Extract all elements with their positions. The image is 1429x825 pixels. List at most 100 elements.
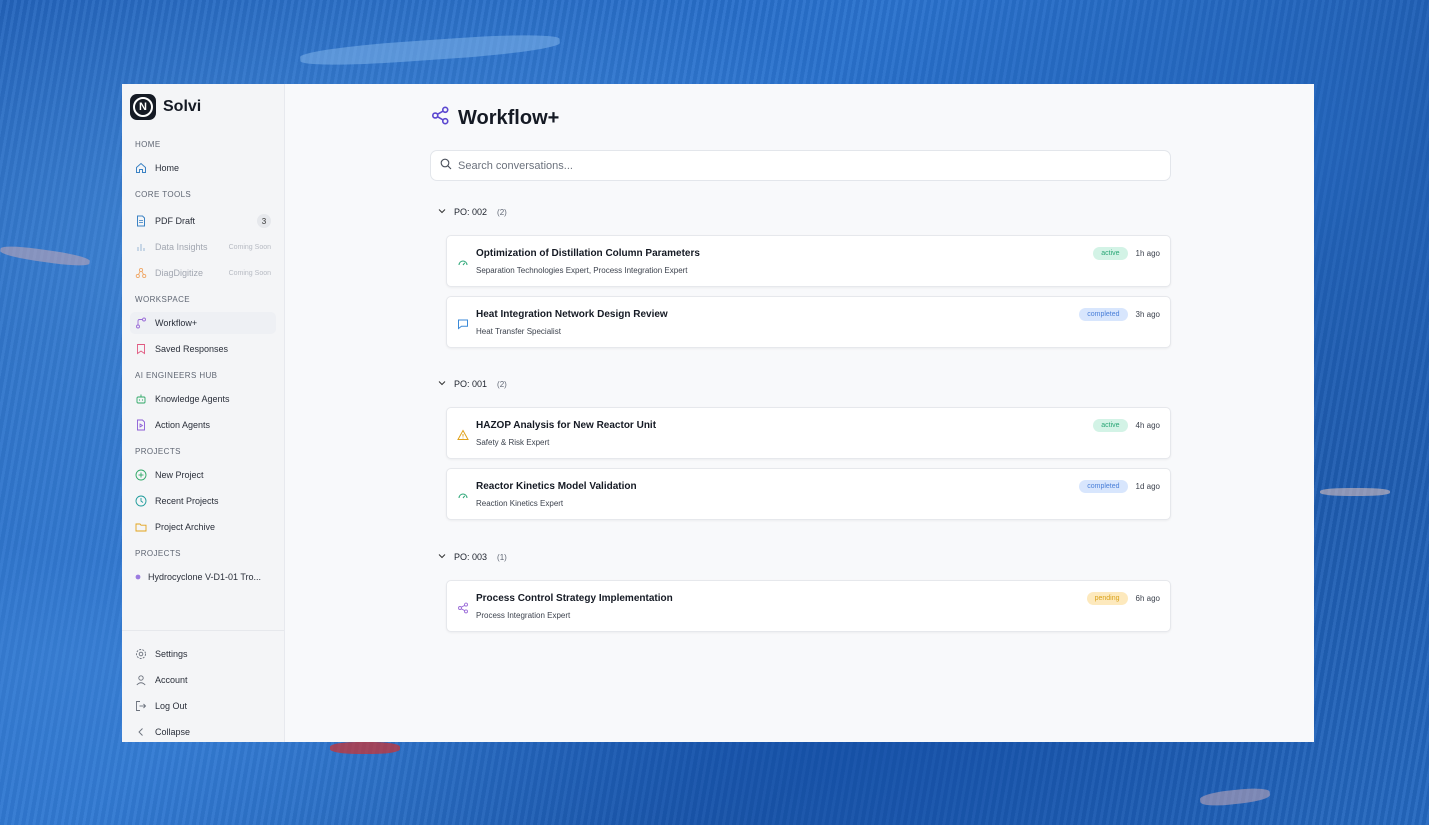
conversation-title: Optimization of Distillation Column Para… <box>476 248 700 259</box>
conversation-meta: completed 3h ago <box>1079 308 1160 321</box>
main-content: Workflow+ PO: 002 (2) Optimization of Di… <box>285 84 1314 742</box>
conversation-meta: pending 6h ago <box>1086 592 1160 605</box>
sidebar-item-settings[interactable]: Settings <box>130 643 276 665</box>
conversation-title: Process Control Strategy Implementation <box>476 593 673 604</box>
timestamp: 4h ago <box>1135 421 1160 430</box>
coming-soon-label: Coming Soon <box>228 243 271 251</box>
sidebar-item-label: DiagDigitize <box>155 268 204 278</box>
sidebar-item-label: Action Agents <box>155 420 211 430</box>
bar-chart-icon <box>135 241 147 253</box>
sidebar-item-label: Collapse <box>155 727 191 737</box>
conversation-experts: Heat Transfer Specialist <box>476 327 561 336</box>
sidebar-item-diagdigitize: DiagDigitize Coming Soon <box>130 262 276 284</box>
brand[interactable]: N Solvi <box>122 84 284 130</box>
action-document-icon <box>135 419 147 431</box>
background-paint-streak <box>330 742 400 754</box>
brand-name: Solvi <box>163 98 202 115</box>
conversation-meta: completed 1d ago <box>1079 480 1160 493</box>
conversation-experts: Reaction Kinetics Expert <box>476 499 564 508</box>
count-badge: 3 <box>257 214 271 228</box>
project-dot-icon <box>135 571 141 583</box>
page-header: Workflow+ <box>431 106 559 130</box>
conversation-card[interactable]: HAZOP Analysis for New Reactor Unit Safe… <box>446 407 1171 459</box>
group-name: PO: 003 <box>454 552 488 562</box>
search-input[interactable] <box>458 159 1148 172</box>
conversation-title: Reactor Kinetics Model Validation <box>476 481 637 492</box>
sidebar-item-home[interactable]: Home <box>130 157 276 179</box>
conversation-experts: Separation Technologies Expert, Process … <box>476 266 688 275</box>
workflow-icon <box>135 317 147 329</box>
brand-logo: N <box>130 94 156 120</box>
sidebar-item-knowledge-agents[interactable]: Knowledge Agents <box>130 388 276 410</box>
folder-icon <box>135 521 147 533</box>
gauge-icon <box>457 256 469 268</box>
document-icon <box>135 215 147 227</box>
sidebar-item-data-insights: Data Insights Coming Soon <box>130 236 276 258</box>
robot-icon <box>135 393 147 405</box>
chevron-left-icon <box>135 726 147 738</box>
sidebar-item-action-agents[interactable]: Action Agents <box>130 414 276 436</box>
gear-icon <box>135 648 147 660</box>
section-label-core-tools: CORE TOOLS <box>135 190 192 199</box>
bookmark-icon <box>135 343 147 355</box>
sidebar-footer: Settings Account Log Out Collapse <box>122 630 284 742</box>
background-paint-streak <box>299 30 561 70</box>
sidebar-item-logout[interactable]: Log Out <box>130 695 276 717</box>
sidebar-item-project-archive[interactable]: Project Archive <box>130 516 276 538</box>
plus-circle-icon <box>135 469 147 481</box>
group-count: (1) <box>497 552 507 562</box>
logout-icon <box>135 700 147 712</box>
conversation-title: HAZOP Analysis for New Reactor Unit <box>476 420 657 431</box>
sidebar-item-pdf-draft[interactable]: PDF Draft 3 <box>130 210 276 232</box>
sidebar-item-new-project[interactable]: New Project <box>130 464 276 486</box>
section-label-workspace: WORKSPACE <box>135 295 191 304</box>
coming-soon-label: Coming Soon <box>228 269 271 277</box>
share-nodes-icon <box>457 601 469 614</box>
background-paint-streak <box>1199 786 1271 808</box>
sidebar-item-label: Saved Responses <box>155 344 229 354</box>
sidebar-item-label: Settings <box>155 649 188 659</box>
warning-icon <box>457 428 469 440</box>
sidebar-item-label: New Project <box>155 470 204 480</box>
sidebar-item-label: Project Archive <box>155 522 216 532</box>
group-count: (2) <box>497 379 507 389</box>
sidebar-item-saved-responses[interactable]: Saved Responses <box>130 338 276 360</box>
chat-bubble-icon <box>457 317 469 330</box>
status-badge: completed <box>1079 480 1128 493</box>
conversation-card[interactable]: Reactor Kinetics Model Validation Reacti… <box>446 468 1171 520</box>
timestamp: 1h ago <box>1135 249 1160 258</box>
group-header-po-001[interactable]: PO: 001 (2) <box>438 377 507 391</box>
user-icon <box>135 674 147 686</box>
page-title: Workflow+ <box>458 106 560 129</box>
background-paint-streak <box>1320 488 1390 496</box>
chevron-down-icon <box>438 552 446 562</box>
sidebar-item-label: Account <box>155 675 188 685</box>
sidebar-project-item[interactable]: Hydrocyclone V-D1-01 Tro... <box>130 566 276 588</box>
sidebar-item-account[interactable]: Account <box>130 669 276 691</box>
status-badge: completed <box>1079 308 1128 321</box>
sidebar-item-label: Home <box>155 163 180 173</box>
conversation-experts: Safety & Risk Expert <box>476 438 550 447</box>
sidebar-item-workflow[interactable]: Workflow+ <box>130 312 276 334</box>
diagram-icon <box>135 267 147 279</box>
status-badge: pending <box>1086 592 1128 605</box>
status-badge: active <box>1093 419 1128 432</box>
sidebar-item-label: Hydrocyclone V-D1-01 Tro... <box>148 572 262 582</box>
sidebar-item-label: Data Insights <box>155 242 208 252</box>
section-label-projects: PROJECTS <box>135 447 181 456</box>
sidebar-item-label: Workflow+ <box>155 318 198 328</box>
section-label-home: HOME <box>135 140 161 149</box>
conversation-card[interactable]: Heat Integration Network Design Review H… <box>446 296 1171 348</box>
group-header-po-002[interactable]: PO: 002 (2) <box>438 205 507 219</box>
group-header-po-003[interactable]: PO: 003 (1) <box>438 550 507 564</box>
conversation-card[interactable]: Process Control Strategy Implementation … <box>446 580 1171 632</box>
section-label-ai-hub: AI ENGINEERS HUB <box>135 371 218 380</box>
sidebar-item-recent-projects[interactable]: Recent Projects <box>130 490 276 512</box>
sidebar-collapse-button[interactable]: Collapse <box>130 721 276 742</box>
conversation-meta: active 1h ago <box>1093 247 1160 260</box>
section-label-projects-list: PROJECTS <box>135 549 181 558</box>
conversation-card[interactable]: Optimization of Distillation Column Para… <box>446 235 1171 287</box>
status-badge: active <box>1093 247 1128 260</box>
sidebar-item-label: Knowledge Agents <box>155 394 230 404</box>
search-bar[interactable] <box>430 150 1171 181</box>
